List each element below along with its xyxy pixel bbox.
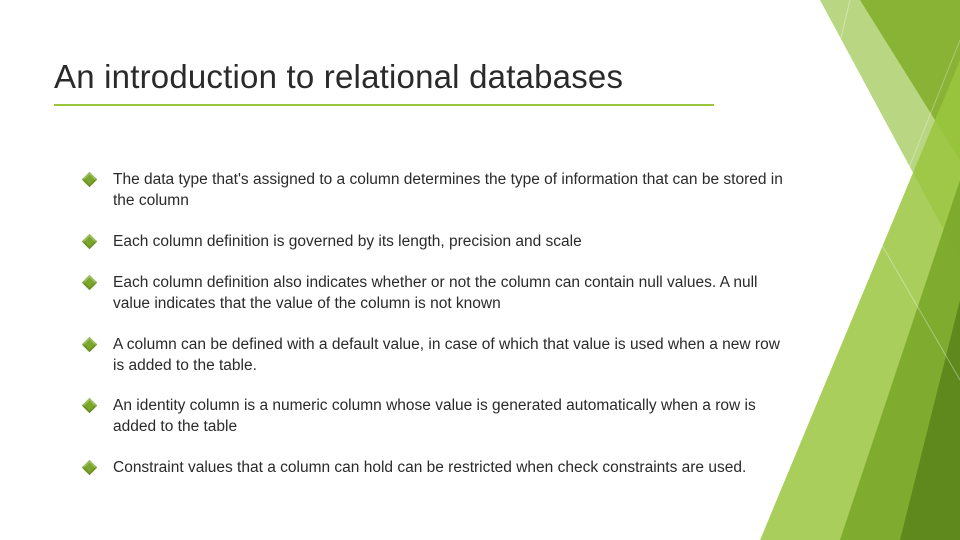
bullet-list: The data type that's assigned to a colum… [84,170,784,499]
list-item: Each column definition is governed by it… [84,232,784,253]
diamond-bullet-icon [82,172,98,188]
diamond-bullet-icon [82,274,98,290]
title-underline [54,104,714,106]
list-item: An identity column is a numeric column w… [84,396,784,438]
list-item-text: Each column definition also indicates wh… [113,273,784,315]
list-item-text: A column can be defined with a default v… [113,335,784,377]
slide: An introduction to relational databases … [0,0,960,540]
diamond-bullet-icon [82,336,98,352]
list-item: The data type that's assigned to a colum… [84,170,784,212]
list-item-text: An identity column is a numeric column w… [113,396,784,438]
list-item-text: Each column definition is governed by it… [113,232,784,253]
list-item-text: The data type that's assigned to a colum… [113,170,784,212]
list-item-text: Constraint values that a column can hold… [113,458,784,479]
slide-title: An introduction to relational databases [54,58,623,96]
list-item: A column can be defined with a default v… [84,335,784,377]
diamond-bullet-icon [82,234,98,250]
diamond-bullet-icon [82,460,98,476]
list-item: Each column definition also indicates wh… [84,273,784,315]
diamond-bullet-icon [82,398,98,414]
list-item: Constraint values that a column can hold… [84,458,784,479]
